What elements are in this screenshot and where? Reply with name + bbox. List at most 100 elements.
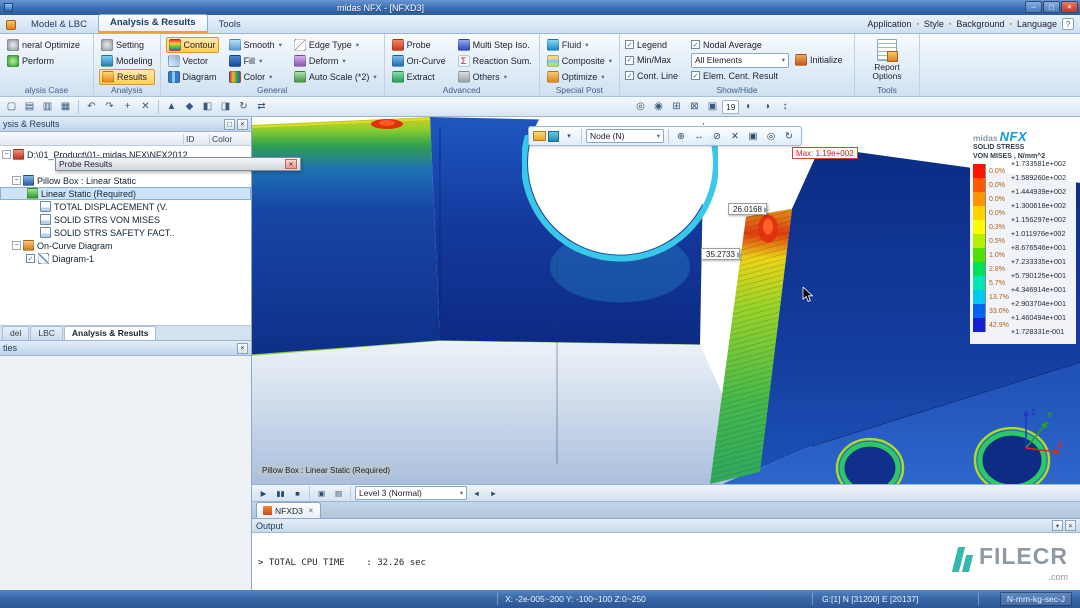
chevron-down-icon[interactable]: ▾	[1052, 520, 1063, 531]
tree-item-result-von-mises[interactable]: SOLID STRS VON MISES	[0, 213, 251, 226]
view-left-icon[interactable]: ◧	[199, 99, 216, 115]
zoom-icon[interactable]: ↕	[776, 99, 793, 115]
expander-icon[interactable]: −	[2, 150, 11, 159]
probe-results-dialog[interactable]: Probe Results ✕	[55, 157, 301, 171]
diagram-button[interactable]: Diagram	[166, 69, 219, 85]
display-level-badge[interactable]: 19	[722, 100, 739, 114]
close-button[interactable]: ✕	[1061, 1, 1078, 13]
target-icon[interactable]: ◎	[763, 129, 779, 144]
undo-icon[interactable]: ↶	[83, 99, 100, 115]
refresh-icon[interactable]: ↻	[781, 129, 797, 144]
results-button[interactable]: Results	[99, 69, 155, 85]
refresh-icon[interactable]: ↻	[235, 99, 252, 115]
model-viewport[interactable]: ▾ Node (N) ▾ ⊕ ↔ ⊘ ✕ ▣ ◎ ↻	[252, 117, 1080, 485]
help-icon[interactable]: ?	[1062, 18, 1074, 30]
tree-item-subcase[interactable]: Linear Static (Required)	[0, 187, 251, 200]
menu-application[interactable]: Application	[867, 19, 911, 29]
tab-analysis-results-panel[interactable]: Analysis & Results	[64, 326, 157, 340]
close-icon[interactable]: ✕	[237, 343, 248, 354]
menu-style[interactable]: Style	[924, 19, 944, 29]
stop-icon[interactable]: ■	[290, 486, 305, 500]
color-dropdown[interactable]: Color▾	[227, 69, 284, 85]
fluid-dropdown[interactable]: Fluid▾	[545, 37, 614, 53]
open-file-icon[interactable]: ▤	[21, 99, 38, 115]
mesh-icon[interactable]: ⊠	[686, 99, 703, 115]
chevron-down-icon[interactable]: ▾	[561, 129, 577, 144]
load-result-icon[interactable]	[533, 131, 546, 141]
record-icon[interactable]: ▣	[314, 486, 329, 500]
menu-language[interactable]: Language	[1017, 19, 1057, 29]
all-elements-select[interactable]: All Elements ▾	[691, 53, 789, 68]
document-tab-nfxd3[interactable]: NFXD3 ✕	[256, 502, 321, 518]
tree-item-case[interactable]: − Pillow Box : Linear Static	[0, 174, 251, 187]
view-right-icon[interactable]: ◨	[217, 99, 234, 115]
tree-item-diagram[interactable]: ✓ Diagram-1	[0, 252, 251, 265]
checkbox-icon[interactable]: ✓	[26, 254, 35, 263]
close-tab-icon[interactable]: ✕	[308, 507, 314, 515]
redo-icon[interactable]: ↷	[101, 99, 118, 115]
column-id[interactable]: ID	[183, 134, 209, 144]
close-icon[interactable]: ✕	[285, 159, 297, 169]
tab-lbc[interactable]: LBC	[30, 326, 63, 340]
initialize-button[interactable]: Initialize	[793, 52, 849, 68]
save-icon[interactable]: ▥	[39, 99, 56, 115]
add-probe-icon[interactable]: ⊕	[673, 129, 689, 144]
contour-button[interactable]: Contour	[166, 37, 219, 53]
select-icon[interactable]: ▲	[163, 99, 180, 115]
new-file-icon[interactable]: ▢	[3, 99, 20, 115]
tree-item-oncurve[interactable]: − On-Curve Diagram	[0, 239, 251, 252]
vector-button[interactable]: Vector	[166, 53, 219, 69]
tab-model-lbc[interactable]: Model & LBC	[20, 17, 98, 33]
auto-scale-dropdown[interactable]: Auto Scale (*2)▾	[292, 69, 379, 85]
step-prev-icon[interactable]: ◄	[469, 486, 484, 500]
optimize-dropdown[interactable]: Optimize▾	[545, 69, 614, 85]
perform-button[interactable]: Perform	[5, 53, 88, 69]
legend-checkbox[interactable]: ✓ Legend	[625, 37, 687, 52]
probe-tag-1[interactable]: 26.0168	[728, 203, 767, 215]
cont-line-checkbox[interactable]: ✓ Cont. Line	[625, 68, 687, 83]
swap-icon[interactable]: ⇄	[253, 99, 270, 115]
general-optimize-button[interactable]: neral Optimize	[5, 37, 88, 53]
smooth-dropdown[interactable]: Smooth▾	[227, 37, 284, 53]
measure-icon[interactable]: ↔	[691, 129, 707, 144]
print-icon[interactable]: ▦	[57, 99, 74, 115]
reaction-sum-button[interactable]: Σ Reaction Sum.	[456, 53, 534, 69]
snapshot-icon[interactable]: ▤	[331, 486, 346, 500]
pan-icon[interactable]: ◑	[758, 99, 775, 115]
tree-item-result-safety[interactable]: SOLID STRS SAFETY FACT..	[0, 226, 251, 239]
step-next-icon[interactable]: ►	[486, 486, 501, 500]
minimize-button[interactable]: ─	[1025, 1, 1042, 13]
grid-icon[interactable]: ⊞	[668, 99, 685, 115]
probe-tag-2[interactable]: 35.2733	[701, 248, 740, 260]
tab-model[interactable]: del	[2, 326, 29, 340]
mesh-level-select[interactable]: Level 3 (Normal) ▾	[355, 486, 467, 500]
deform-dropdown[interactable]: Deform▾	[292, 53, 379, 69]
composite-dropdown[interactable]: Composite▾	[545, 53, 614, 69]
capture-icon[interactable]	[548, 131, 559, 142]
render-icon[interactable]: ▣	[704, 99, 721, 115]
close-icon[interactable]: ✕	[1065, 520, 1076, 531]
fill-dropdown[interactable]: Fill▾	[227, 53, 284, 69]
clip-icon[interactable]: ⊘	[709, 129, 725, 144]
elem-cent-result-checkbox[interactable]: ✓ Elem. Cent. Result	[691, 68, 789, 83]
snap-icon[interactable]: ◆	[181, 99, 198, 115]
on-curve-button[interactable]: On-Curve	[390, 53, 448, 69]
rotate-icon[interactable]: ◐	[740, 99, 757, 115]
modeling-button[interactable]: Modeling	[99, 53, 155, 69]
model-render[interactable]	[252, 117, 1080, 484]
tree-item-result-displacement[interactable]: TOTAL DISPLACEMENT (V.	[0, 200, 251, 213]
pause-icon[interactable]: ▮▮	[273, 486, 288, 500]
delete-probe-icon[interactable]: ✕	[727, 129, 743, 144]
wireframe-icon[interactable]: ◎	[632, 99, 649, 115]
tab-analysis-results[interactable]: Analysis & Results	[98, 14, 208, 33]
column-color[interactable]: Color	[209, 134, 251, 144]
pin-icon[interactable]: ▢	[224, 119, 235, 130]
min-max-checkbox[interactable]: ✓ Min/Max	[625, 53, 687, 68]
probe-button[interactable]: Probe	[390, 37, 448, 53]
tab-tools[interactable]: Tools	[208, 17, 252, 33]
nodal-average-checkbox[interactable]: ✓ Nodal Average	[691, 37, 789, 52]
expander-icon[interactable]: −	[12, 241, 21, 250]
edge-type-dropdown[interactable]: Edge Type▾	[292, 37, 379, 53]
play-icon[interactable]: ▶	[256, 486, 271, 500]
extract-button[interactable]: Extract	[390, 69, 448, 85]
